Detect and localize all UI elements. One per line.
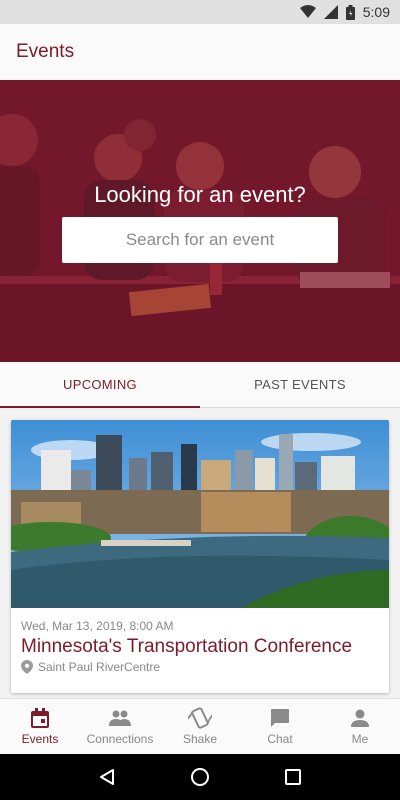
event-search-input[interactable] xyxy=(62,217,338,263)
hero-banner: Looking for an event? xyxy=(0,80,400,362)
calendar-icon xyxy=(31,708,49,728)
recents-button[interactable] xyxy=(271,754,315,800)
person-icon xyxy=(351,709,369,727)
home-button[interactable] xyxy=(178,754,222,800)
hero-title: Looking for an event? xyxy=(94,182,306,207)
status-icons: 5:09 xyxy=(299,4,390,20)
nav-me[interactable]: Me xyxy=(320,699,400,754)
page-title: Events xyxy=(16,41,75,62)
people-icon xyxy=(109,710,131,726)
event-tabs: UPCOMING PAST EVENTS xyxy=(0,362,400,408)
nav-me-label: Me xyxy=(351,732,369,746)
event-location-label: Saint Paul RiverCentre xyxy=(38,660,161,674)
nav-events[interactable]: Events xyxy=(0,699,80,754)
system-navigation-bar xyxy=(0,754,400,800)
event-location: Saint Paul RiverCentre xyxy=(21,660,160,674)
back-icon xyxy=(99,769,114,785)
signal-icon xyxy=(323,5,338,19)
status-time: 5:09 xyxy=(362,4,390,20)
recents-icon xyxy=(285,769,302,785)
home-icon xyxy=(190,768,209,786)
nav-connections-label: Connections xyxy=(86,732,154,746)
tab-past-events[interactable]: PAST EVENTS xyxy=(200,362,400,407)
back-button[interactable] xyxy=(85,754,129,800)
bottom-navigation: Events Connections Shake Chat Me xyxy=(0,698,400,754)
location-pin-icon xyxy=(21,660,33,674)
nav-shake[interactable]: Shake xyxy=(160,699,240,754)
event-title: Minnesota's Transportation Conference xyxy=(21,636,353,657)
event-list: Wed, Mar 13, 2019, 8:00 AM Minnesota's T… xyxy=(0,408,400,698)
nav-connections[interactable]: Connections xyxy=(80,699,160,754)
shake-phone-icon xyxy=(188,707,212,729)
event-date: Wed, Mar 13, 2019, 8:00 AM xyxy=(21,619,174,633)
chat-icon xyxy=(271,709,289,727)
nav-chat-label: Chat xyxy=(267,732,293,746)
battery-icon xyxy=(345,4,355,20)
event-image xyxy=(11,420,389,608)
status-bar: 5:09 xyxy=(0,0,400,24)
app-bar: Events xyxy=(0,24,400,80)
nav-events-label: Events xyxy=(21,732,59,746)
wifi-icon xyxy=(299,5,316,18)
nav-chat[interactable]: Chat xyxy=(240,699,320,754)
nav-shake-label: Shake xyxy=(182,732,218,746)
event-card[interactable]: Wed, Mar 13, 2019, 8:00 AM Minnesota's T… xyxy=(11,420,389,693)
tab-upcoming[interactable]: UPCOMING xyxy=(0,362,200,408)
